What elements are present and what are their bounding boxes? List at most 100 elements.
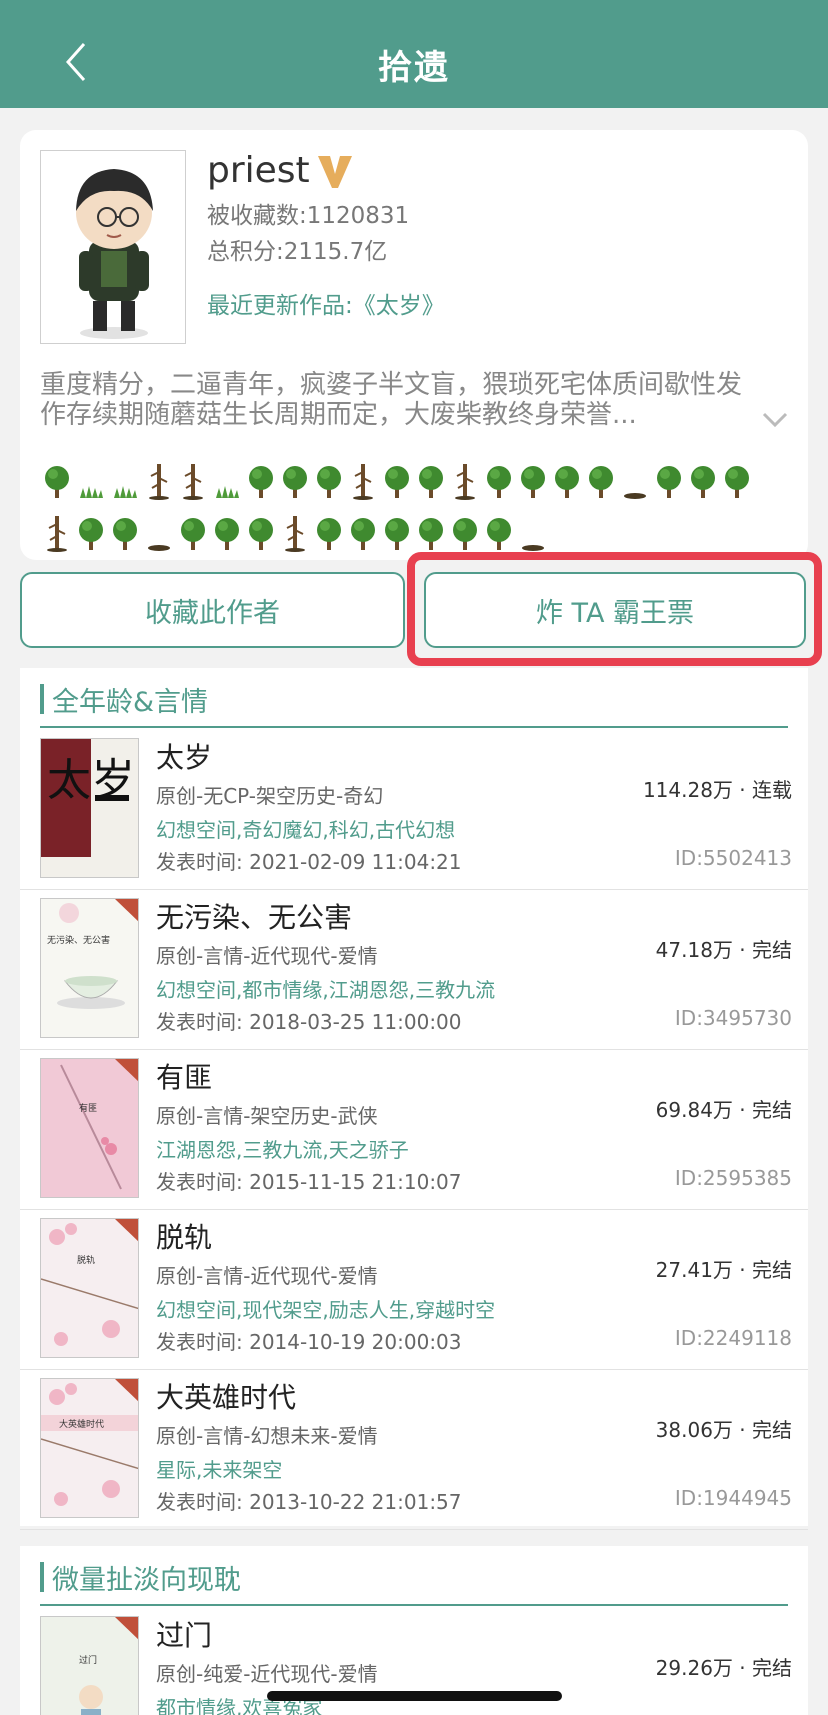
book-title[interactable]: 过门 [156, 1614, 212, 1654]
book-title[interactable]: 太岁 [156, 736, 212, 776]
section-bar [40, 684, 44, 714]
author-avatar[interactable] [40, 150, 186, 344]
book-category: 原创-纯爱-近代现代-爱情 [156, 1662, 378, 1686]
book-row[interactable]: 太岁 太岁 原创-无CP-架空历史-奇幻 幻想空间,奇幻魔幻,科幻,古代幻想 发表时间:… [20, 730, 808, 890]
dirt-icon [618, 448, 652, 500]
latest-work-link[interactable]: 最近更新作品:《太岁》 [207, 286, 445, 320]
grass-icon [210, 448, 244, 500]
book-cover[interactable]: 无污染、无公害 [40, 898, 139, 1038]
bare-icon [176, 448, 210, 500]
favorite-author-button[interactable]: 收藏此作者 [20, 572, 405, 648]
tree-icon [448, 500, 482, 552]
book-row[interactable]: 脱轨 脱轨 原创-言情-近代现代-爱情 幻想空间,现代架空,励志人生,穿越时空 发表时间… [20, 1210, 808, 1370]
book-id: ID:2595385 [674, 1166, 792, 1190]
book-word-count: 114.28万 · 连载 [642, 778, 792, 802]
book-publish-date: 发表时间: 2015-11-15 21:10:07 [156, 1170, 462, 1194]
author-name-text: priest [207, 150, 310, 191]
cover-title-text: 脱轨 [77, 1254, 95, 1266]
book-cover[interactable]: 过门 [40, 1616, 139, 1715]
book-publish-date: 发表时间: 2013-10-22 21:01:57 [156, 1490, 462, 1514]
grass-icon [74, 448, 108, 500]
book-row[interactable]: 有匪 有匪 原创-言情-架空历史-武侠 江湖恩怨,三教九流,天之骄子 发表时间: 201… [20, 1050, 808, 1210]
book-cover[interactable]: 脱轨 [40, 1218, 139, 1358]
tree-icon [686, 448, 720, 500]
tree-icon [550, 448, 584, 500]
tree-icon [244, 500, 278, 552]
tree-icon [176, 500, 210, 552]
book-id: ID:5502413 [674, 846, 792, 870]
cover-title-text: 过门 [79, 1654, 97, 1666]
page-title: 拾遗 [378, 48, 450, 88]
tree-icon [414, 448, 448, 500]
dirt-icon [516, 500, 550, 552]
tree-icon [312, 500, 346, 552]
section-bar [40, 1562, 44, 1592]
tree-icon [652, 448, 686, 500]
book-title[interactable]: 大英雄时代 [156, 1376, 296, 1416]
tree-icon [720, 448, 754, 500]
book-word-count: 69.84万 · 完结 [655, 1098, 792, 1122]
bare-icon [278, 500, 312, 552]
book-title[interactable]: 脱轨 [156, 1216, 212, 1256]
cover-title-text: 大英雄时代 [59, 1418, 104, 1430]
tree-icon [312, 448, 346, 500]
tree-icon [108, 500, 142, 552]
book-category: 原创-言情-近代现代-爱情 [156, 944, 378, 968]
book-word-count: 47.18万 · 完结 [655, 938, 792, 962]
tree-icon [482, 500, 516, 552]
favorites-count: 被收藏数:1120831 [207, 203, 410, 229]
book-cover[interactable]: 有匪 [40, 1058, 139, 1198]
tree-icon [414, 500, 448, 552]
book-id: ID:1944945 [674, 1486, 792, 1510]
tree-icon [380, 448, 414, 500]
section-bl: 微量扯淡向现耽 过门 过门 原创-纯爱-近代现代-爱情 都市情缘,欢喜冤家 29.26万… [20, 1546, 808, 1715]
book-category: 原创-言情-幻想未来-爱情 [156, 1424, 378, 1448]
home-indicator [267, 1691, 562, 1701]
section-title: 全年龄&言情 [52, 686, 209, 718]
dirt-icon [142, 500, 176, 552]
book-tags[interactable]: 星际,未来架空 [156, 1454, 282, 1483]
bare-icon [448, 448, 482, 500]
book-cover[interactable]: 大英雄时代 [40, 1378, 139, 1518]
achievement-trees [40, 448, 800, 552]
book-category: 原创-言情-近代现代-爱情 [156, 1264, 378, 1288]
tree-icon [584, 448, 618, 500]
tree-icon [380, 500, 414, 552]
book-category: 原创-言情-架空历史-武侠 [156, 1104, 378, 1128]
book-word-count: 29.26万 · 完结 [655, 1656, 792, 1680]
section-header: 全年龄&言情 [40, 672, 788, 728]
book-row[interactable]: 大英雄时代 大英雄时代 原创-言情-幻想未来-爱情 星际,未来架空 发表时间: 2013… [20, 1370, 808, 1530]
author-bio: 重度精分，二逼青年，疯婆子半文盲，猥琐死宅体质间歇性发作存续期随蘑菇生长周期而定… [40, 370, 743, 430]
book-tags[interactable]: 幻想空间,都市情缘,江湖恩怨,三教九流 [156, 974, 495, 1003]
total-score: 总积分:2115.7亿 [207, 239, 388, 265]
book-word-count: 27.41万 · 完结 [655, 1258, 792, 1282]
tree-icon [244, 448, 278, 500]
chevron-down-icon[interactable] [760, 410, 790, 430]
top-bar: 拾遗 [0, 0, 828, 108]
vote-button[interactable]: 炸 TA 霸王票 [424, 572, 806, 648]
book-row[interactable]: 无污染、无公害 无污染、无公害 原创-言情-近代现代-爱情 幻想空间,都市情缘,江湖恩… [20, 890, 808, 1050]
tree-icon [346, 500, 380, 552]
book-category: 原创-无CP-架空历史-奇幻 [156, 784, 384, 808]
book-tags[interactable]: 幻想空间,现代架空,励志人生,穿越时空 [156, 1294, 495, 1323]
book-title[interactable]: 无污染、无公害 [156, 896, 352, 936]
book-publish-date: 发表时间: 2014-10-19 20:00:03 [156, 1330, 462, 1354]
section-header: 微量扯淡向现耽 [40, 1550, 788, 1606]
tree-icon [40, 448, 74, 500]
bare-icon [142, 448, 176, 500]
book-publish-date: 发表时间: 2018-03-25 11:00:00 [156, 1010, 462, 1034]
book-tags[interactable]: 幻想空间,奇幻魔幻,科幻,古代幻想 [156, 814, 455, 843]
tree-icon [210, 500, 244, 552]
tree-icon [516, 448, 550, 500]
author-card: priest 被收藏数:1120831 总积分:2115.7亿 最近更新作品:《… [20, 130, 808, 560]
book-cover[interactable]: 太岁 [40, 738, 139, 878]
book-tags[interactable]: 江湖恩怨,三教九流,天之骄子 [156, 1134, 409, 1163]
section-title: 微量扯淡向现耽 [52, 1564, 241, 1596]
tree-icon [74, 500, 108, 552]
bare-icon [346, 448, 380, 500]
book-title[interactable]: 有匪 [156, 1056, 212, 1096]
book-id: ID:3495730 [674, 1006, 792, 1030]
tree-icon [482, 448, 516, 500]
cover-title-text: 有匪 [79, 1102, 97, 1114]
book-publish-date: 发表时间: 2021-02-09 11:04:21 [156, 850, 462, 874]
